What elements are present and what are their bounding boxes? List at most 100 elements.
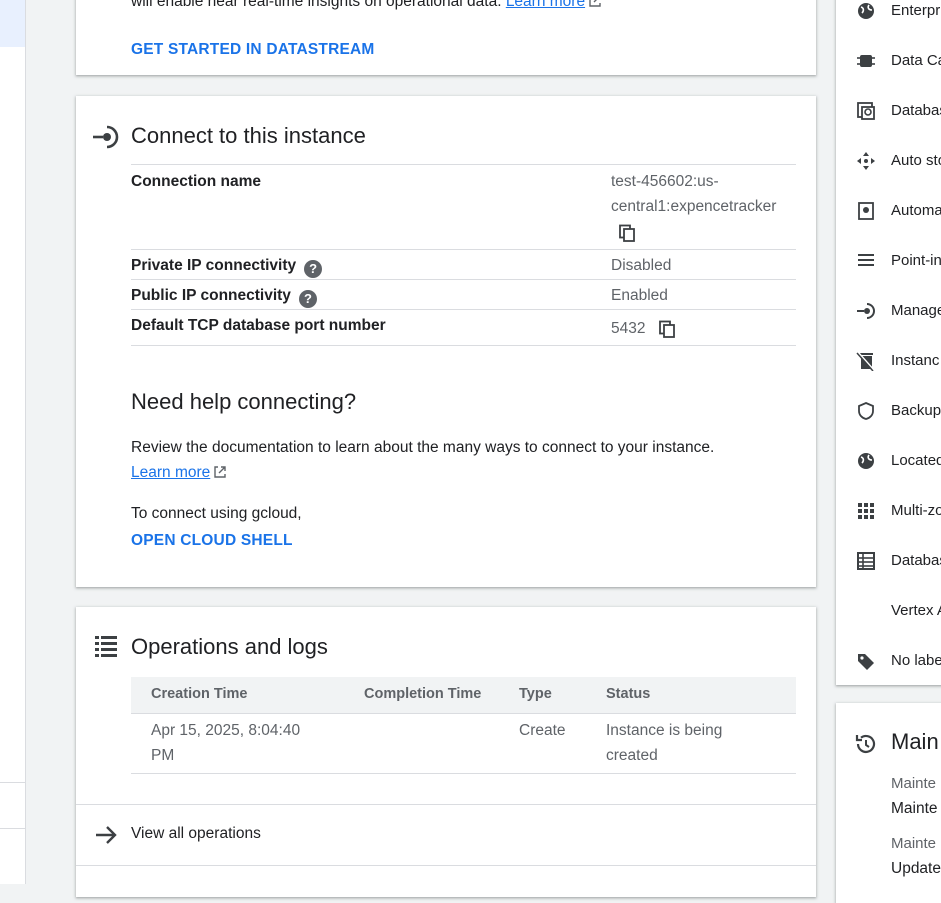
summary-item: Auto sto bbox=[836, 147, 941, 177]
type-cell: Create bbox=[519, 722, 566, 739]
summary-item-label: Instanc bbox=[891, 352, 940, 369]
maintenance-value: Update bbox=[891, 860, 941, 877]
summary-item-label: Vertex A bbox=[891, 602, 941, 619]
help-icon[interactable]: ? bbox=[298, 290, 317, 308]
summary-item: Data Ca bbox=[836, 47, 941, 77]
history-icon bbox=[855, 734, 876, 753]
database-icon bbox=[857, 102, 875, 120]
datastream-learn-more-link[interactable]: Learn more bbox=[506, 0, 585, 10]
list-icon bbox=[95, 636, 117, 657]
summary-item: Located bbox=[836, 447, 941, 477]
summary-item-label: Databas bbox=[891, 102, 941, 119]
connection-name-label: Connection name bbox=[131, 173, 262, 190]
port-row: Default TCP database port number 5432 bbox=[131, 309, 796, 346]
summary-item-label: Multi-zo bbox=[891, 502, 941, 519]
summary-item: No labe bbox=[836, 647, 941, 677]
summary-item-label: Data Ca bbox=[891, 52, 941, 69]
backup-icon bbox=[858, 202, 874, 220]
creation-time-cell: Apr 15, 2025, 8:04:40 bbox=[151, 722, 301, 739]
connection-name-value-line1: test-456602:us- bbox=[611, 173, 719, 190]
left-nav-selected-item[interactable] bbox=[0, 0, 25, 47]
connection-icon bbox=[857, 303, 875, 319]
column-header-type[interactable]: Type bbox=[519, 686, 552, 702]
get-started-datastream-button[interactable]: GET STARTED IN DATASTREAM bbox=[131, 41, 375, 59]
column-header-status[interactable]: Status bbox=[606, 686, 650, 702]
operations-card-title: Operations and logs bbox=[131, 634, 328, 659]
table-icon bbox=[857, 552, 875, 570]
operations-table: Creation Time Completion Time Type Statu… bbox=[131, 677, 796, 774]
help-learn-more-link[interactable]: Learn more bbox=[131, 464, 210, 481]
public-ip-value: Enabled bbox=[611, 287, 668, 304]
datastream-description: will enable near real-time insights on o… bbox=[131, 0, 502, 10]
external-link-icon bbox=[214, 466, 226, 478]
tag-icon bbox=[858, 654, 874, 670]
globe-icon bbox=[858, 3, 874, 19]
copy-icon[interactable] bbox=[658, 320, 676, 338]
view-all-operations-link[interactable]: View all operations bbox=[76, 804, 816, 866]
column-header-creation-time[interactable]: Creation Time bbox=[151, 686, 247, 702]
summary-item: Multi-zo bbox=[836, 497, 941, 527]
connect-card-title: Connect to this instance bbox=[131, 123, 366, 148]
left-nav-divider bbox=[0, 782, 25, 783]
gcloud-text: To connect using gcloud, bbox=[131, 505, 302, 522]
summary-item: Vertex A bbox=[836, 597, 941, 627]
private-ip-label: Private IP connectivity bbox=[131, 257, 297, 274]
help-icon[interactable]: ? bbox=[304, 260, 323, 278]
grid-icon bbox=[858, 503, 874, 519]
datastream-card: will enable near real-time insights on o… bbox=[76, 0, 816, 75]
connection-icon bbox=[93, 125, 119, 149]
summary-item-label: Manage bbox=[891, 302, 941, 319]
summary-item-label: Backup bbox=[891, 402, 941, 419]
summary-item-label: No labe bbox=[891, 652, 941, 669]
operations-card: Operations and logs Creation Time Comple… bbox=[76, 607, 816, 897]
maintenance-card-title: Main bbox=[891, 729, 939, 754]
port-value: 5432 bbox=[611, 320, 646, 337]
summary-item-label: Automa bbox=[891, 202, 941, 219]
help-connecting-text: Review the documentation to learn about … bbox=[131, 435, 771, 485]
view-all-operations-label: View all operations bbox=[131, 825, 261, 842]
datastream-text: will enable near real-time insights on o… bbox=[131, 0, 602, 11]
left-nav-divider bbox=[0, 828, 25, 829]
summary-item-label: Auto sto bbox=[891, 152, 941, 169]
connection-name-row: Connection name test-456602:us- central1… bbox=[131, 164, 796, 250]
summary-item: Instanc bbox=[836, 347, 941, 377]
summary-item-label: Databas bbox=[891, 552, 941, 569]
public-ip-label: Public IP connectivity bbox=[131, 287, 291, 304]
instance-summary-panel: Enterpri Data Ca Databas Auto sto Automa… bbox=[836, 0, 941, 685]
summary-item: Manage bbox=[836, 297, 941, 327]
summary-item: Backup bbox=[836, 397, 941, 427]
shield-icon bbox=[858, 402, 874, 420]
status-cell-line2: created bbox=[606, 747, 658, 764]
summary-item-label: Point-in bbox=[891, 252, 941, 269]
arrows-icon bbox=[857, 152, 875, 170]
help-connecting-title: Need help connecting? bbox=[131, 389, 357, 414]
maintenance-card: Main Mainte Mainte Mainte Update bbox=[836, 703, 941, 903]
left-nav-rail bbox=[0, 0, 26, 884]
creation-time-cell-line2: PM bbox=[151, 747, 175, 764]
private-ip-row: Private IP connectivity? Disabled bbox=[131, 249, 796, 280]
globe-icon bbox=[858, 453, 874, 469]
port-label: Default TCP database port number bbox=[131, 317, 386, 334]
summary-item-label: Enterpri bbox=[891, 2, 941, 19]
summary-item: Automa bbox=[836, 197, 941, 227]
operations-table-header: Creation Time Completion Time Type Statu… bbox=[131, 677, 796, 714]
private-ip-value: Disabled bbox=[611, 257, 672, 274]
copy-icon[interactable] bbox=[618, 224, 636, 242]
status-cell: Instance is being bbox=[606, 722, 723, 739]
open-cloud-shell-button[interactable]: OPEN CLOUD SHELL bbox=[131, 532, 293, 550]
connection-name-value-line2: central1:expencetracker bbox=[611, 198, 777, 215]
public-ip-row: Public IP connectivity? Enabled bbox=[131, 279, 796, 310]
summary-item-label: Located bbox=[891, 452, 941, 469]
external-link-icon bbox=[589, 0, 601, 7]
maintenance-label: Mainte bbox=[891, 835, 937, 852]
public-ip-label-wrap: Public IP connectivity? bbox=[131, 287, 317, 308]
connect-instance-card: Connect to this instance Connection name… bbox=[76, 96, 816, 587]
summary-item: Point-in bbox=[836, 247, 941, 277]
arrow-right-icon bbox=[96, 826, 117, 844]
table-row: Apr 15, 2025, 8:04:40 PM Create Instance… bbox=[131, 713, 796, 774]
maintenance-value: Mainte bbox=[891, 800, 938, 817]
summary-item: Databas bbox=[836, 547, 941, 577]
column-header-completion-time[interactable]: Completion Time bbox=[364, 686, 481, 702]
maintenance-label: Mainte bbox=[891, 775, 937, 792]
summary-item: Enterpri bbox=[836, 0, 941, 27]
